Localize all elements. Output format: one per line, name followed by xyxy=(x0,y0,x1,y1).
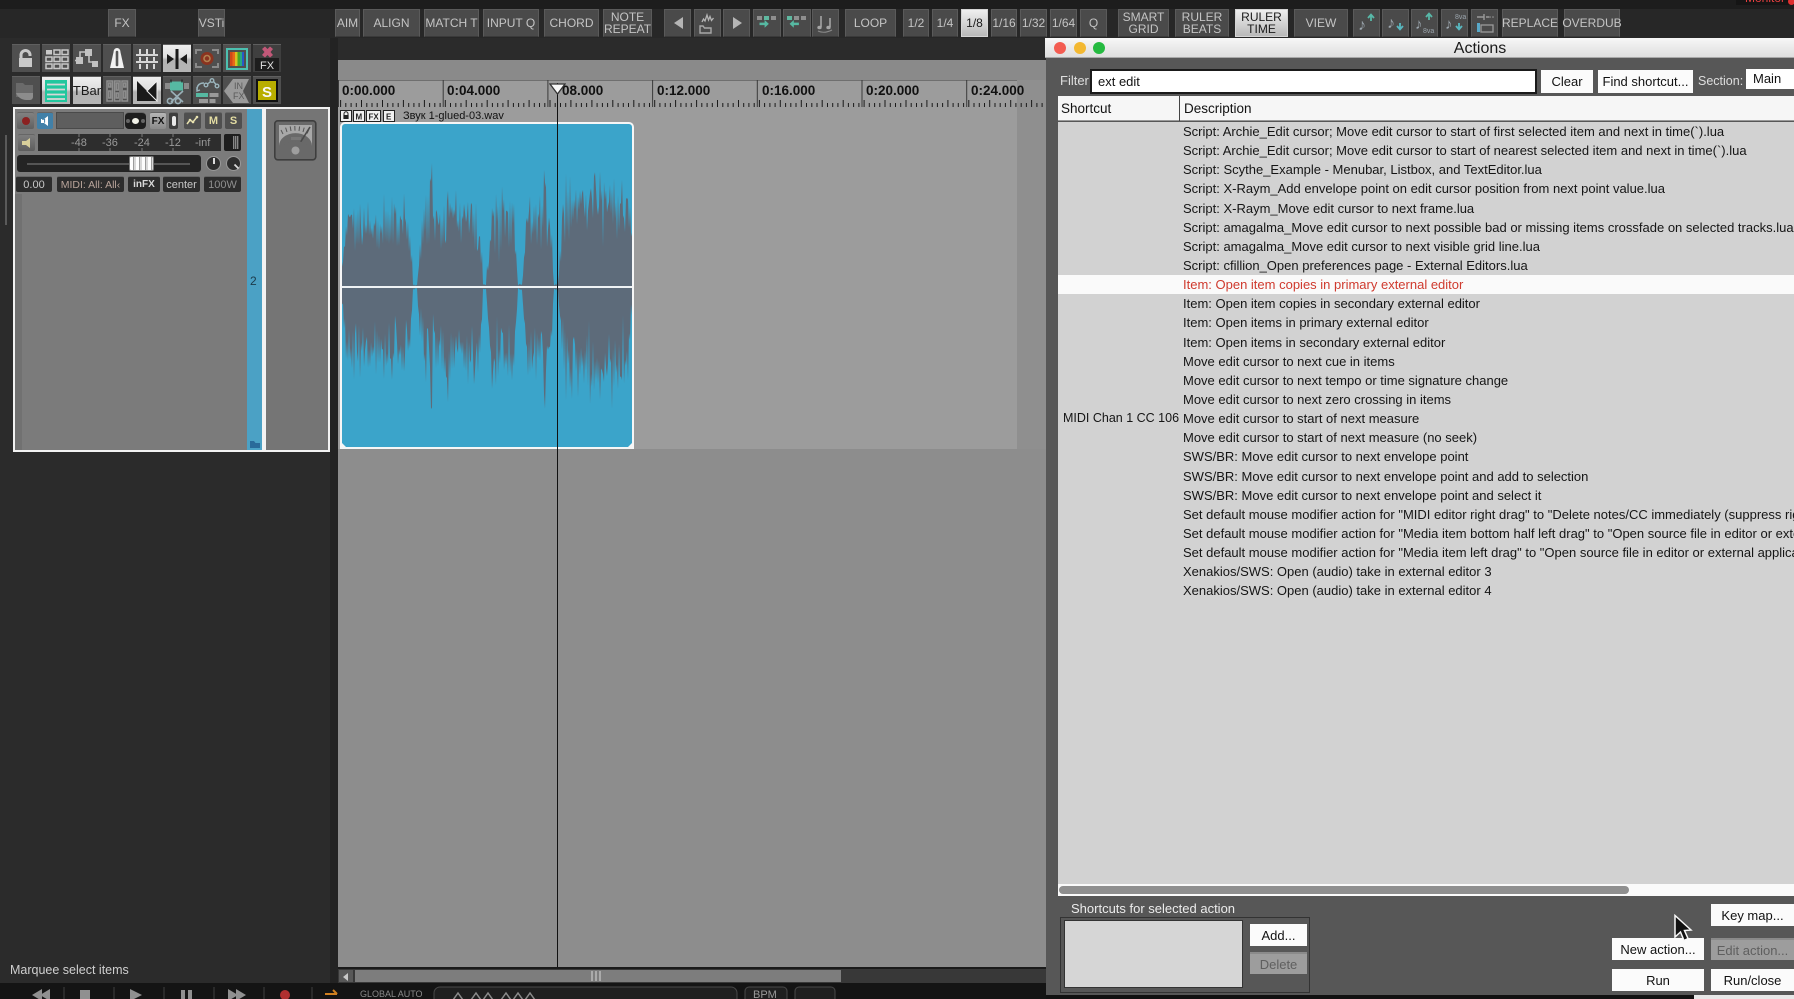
svg-text:FX: FX xyxy=(233,91,245,101)
svg-text:BPM: BPM xyxy=(753,989,777,999)
svg-text:S: S xyxy=(262,84,272,101)
svg-text:IN: IN xyxy=(234,81,243,91)
svg-text:M: M xyxy=(356,113,363,122)
svg-text:E: E xyxy=(386,113,392,122)
svg-text:0:00.000: 0:00.000 xyxy=(342,83,395,98)
svg-text:♪: ♪ xyxy=(1445,16,1453,33)
svg-text:0:16.000: 0:16.000 xyxy=(762,83,815,98)
svg-text:GLOBAL AUTO: GLOBAL AUTO xyxy=(360,989,423,999)
svg-text:0:04.000: 0:04.000 xyxy=(447,83,500,98)
svg-text:♪: ♪ xyxy=(1387,15,1395,32)
svg-text:♪: ♪ xyxy=(1415,16,1423,33)
svg-text:0:20.000: 0:20.000 xyxy=(866,83,919,98)
svg-text:♪: ♪ xyxy=(1358,17,1366,34)
svg-text:8va: 8va xyxy=(1423,28,1434,35)
svg-text:08.000: 08.000 xyxy=(562,83,603,98)
svg-text:FX: FX xyxy=(260,60,275,72)
svg-text:0:12.000: 0:12.000 xyxy=(657,83,710,98)
svg-text:8va: 8va xyxy=(1455,14,1466,21)
svg-text:0:24.000: 0:24.000 xyxy=(971,83,1024,98)
svg-text:FX: FX xyxy=(369,113,380,122)
